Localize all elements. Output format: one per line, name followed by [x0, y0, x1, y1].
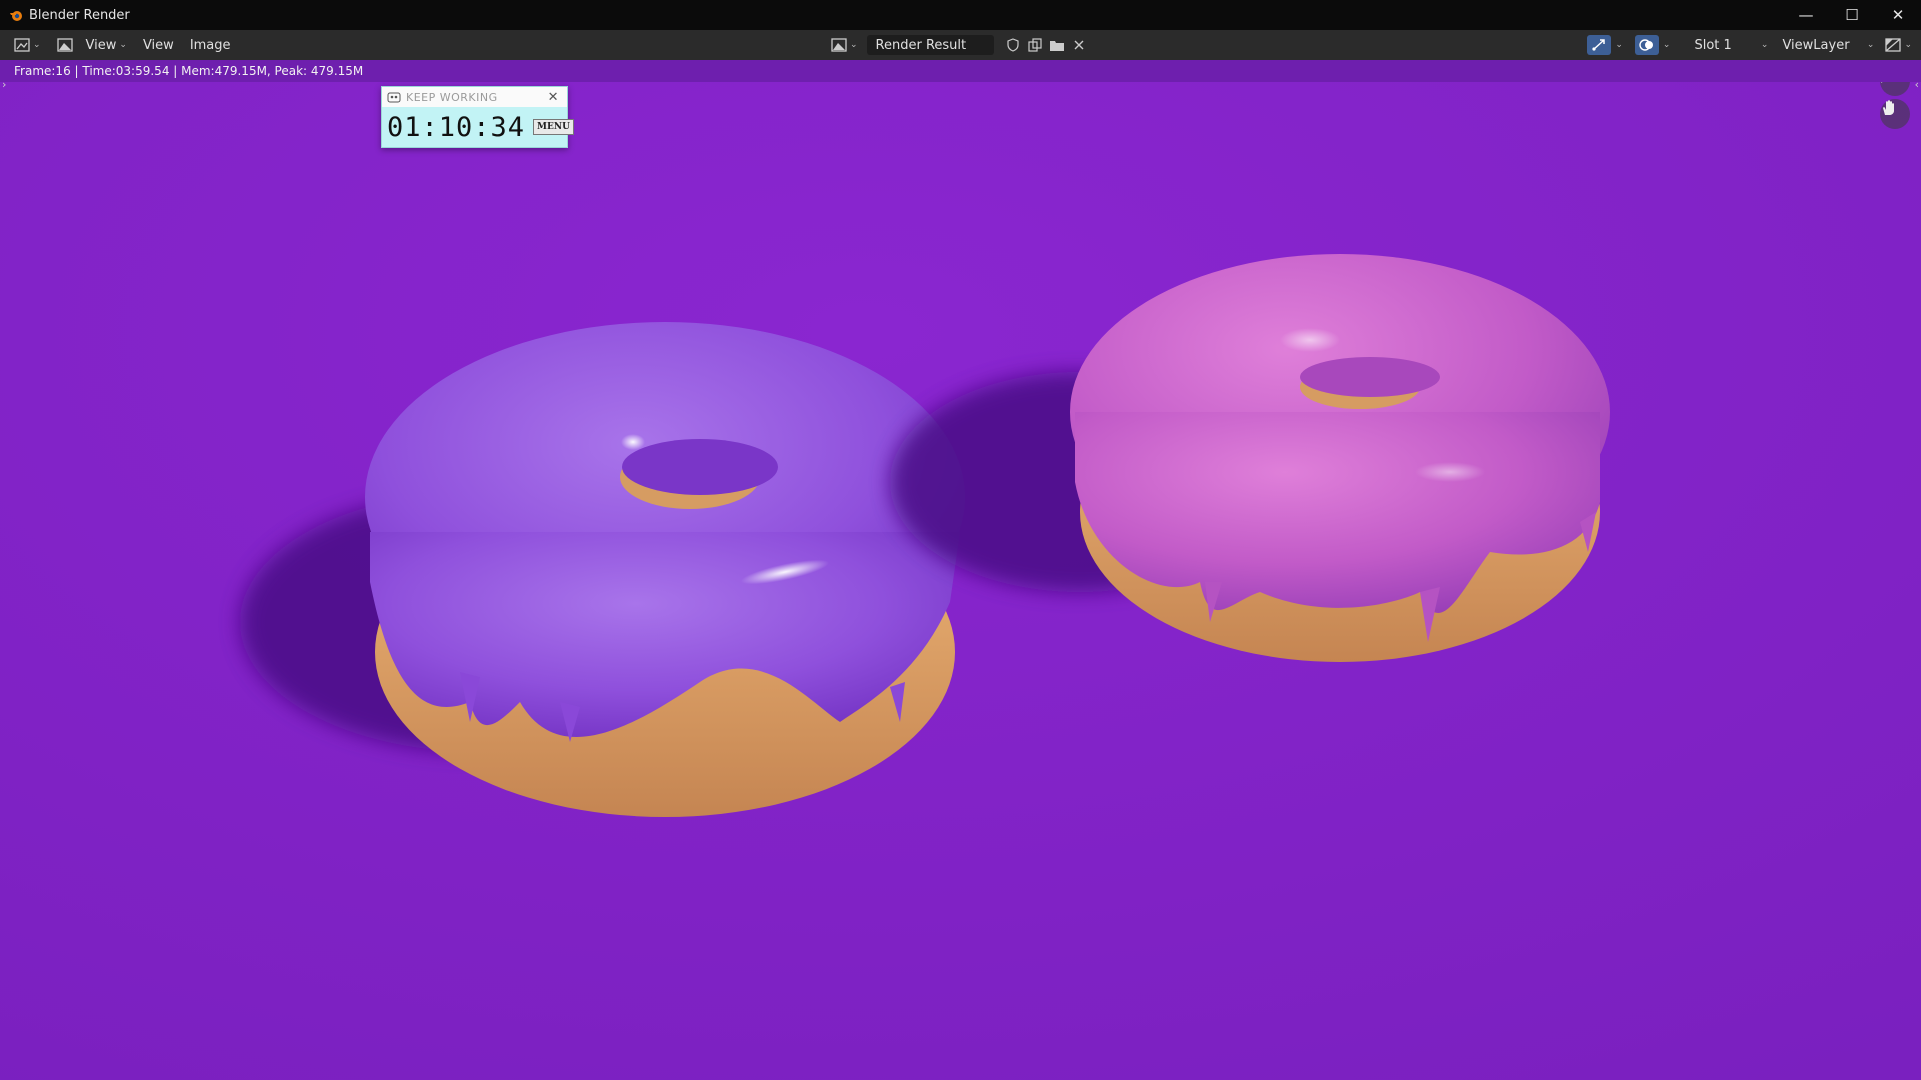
- image-browse-icon: [831, 38, 847, 52]
- blender-logo-icon: [10, 11, 22, 21]
- gizmo-toggle-button[interactable]: [1587, 35, 1612, 55]
- maximize-button[interactable]: ☐: [1829, 0, 1875, 30]
- duplicate-icon: [1027, 38, 1042, 52]
- timer-clock: 01:10:34: [387, 111, 526, 143]
- unlink-image-button[interactable]: [1068, 35, 1090, 55]
- left-panel-toggle-icon[interactable]: ›: [2, 82, 6, 91]
- render-stats-text: Frame:16 | Time:03:59.54 | Mem:479.15M, …: [14, 64, 364, 78]
- chevron-down-icon: ⌄: [1866, 40, 1875, 50]
- robot-icon: [387, 92, 401, 103]
- chevron-down-icon: ⌄: [119, 40, 127, 50]
- minimize-button[interactable]: —: [1783, 0, 1829, 30]
- view-layer-label: ViewLayer: [1782, 37, 1850, 53]
- gizmo-chevron-down-icon[interactable]: ⌄: [1615, 40, 1623, 50]
- menu-view[interactable]: View: [135, 34, 182, 56]
- image-editor-header: ⌄ View ⌄ View Image ⌄ Render Result ⌄ ⌄ …: [0, 30, 1921, 60]
- timer-title: KEEP WORKING: [406, 90, 498, 104]
- render-image: [0, 82, 1921, 1080]
- timer-close-button[interactable]: ✕: [548, 90, 559, 105]
- folder-icon: [1049, 41, 1064, 51]
- chevron-down-icon: ⌄: [1760, 40, 1769, 50]
- chevron-down-icon: ⌄: [1904, 40, 1912, 50]
- keep-working-timer-window[interactable]: KEEP WORKING ✕ 01:10:34 MENU: [381, 86, 574, 148]
- slot-dropdown[interactable]: Slot 1 ⌄: [1686, 35, 1775, 55]
- image-name-field[interactable]: Render Result: [866, 35, 994, 55]
- image-editor-icon: [14, 38, 30, 52]
- open-image-button[interactable]: [1046, 35, 1068, 55]
- timer-titlebar[interactable]: KEEP WORKING ✕: [382, 87, 567, 107]
- view-layer-dropdown[interactable]: ViewLayer ⌄: [1774, 35, 1880, 55]
- image-icon: [56, 38, 73, 52]
- duplicate-image-button[interactable]: [1024, 35, 1046, 55]
- zoom-icon: [1881, 82, 1883, 83]
- close-icon: [1074, 40, 1084, 50]
- chevron-down-icon: ⌄: [850, 40, 858, 50]
- window-title: Blender Render: [29, 7, 130, 23]
- title-bar: Blender Render — ☐ ✕: [0, 0, 1921, 30]
- gizmo-icon: [1592, 39, 1606, 51]
- display-channels-button[interactable]: ⌄: [1880, 34, 1917, 56]
- overlay-toggle-button[interactable]: [1634, 35, 1659, 55]
- right-panel-toggle-icon[interactable]: ‹: [1915, 82, 1919, 91]
- view-dropdown[interactable]: View ⌄: [78, 34, 135, 56]
- overlay-icon: [1639, 39, 1653, 51]
- shield-icon: [1006, 38, 1019, 52]
- channels-icon: [1885, 38, 1902, 52]
- pan-button[interactable]: [1880, 99, 1910, 129]
- hand-icon: [1883, 100, 1894, 115]
- slot-label: Slot 1: [1694, 37, 1732, 53]
- close-window-button[interactable]: ✕: [1875, 0, 1921, 30]
- editor-type-button[interactable]: ⌄: [9, 34, 46, 56]
- menu-image[interactable]: Image: [182, 34, 239, 56]
- timer-menu-button[interactable]: MENU: [533, 119, 574, 135]
- fake-user-button[interactable]: [1002, 35, 1024, 55]
- view-mode-button[interactable]: [52, 34, 78, 56]
- browse-image-button[interactable]: ⌄: [826, 34, 863, 56]
- render-canvas[interactable]: › ‹: [0, 82, 1921, 1080]
- overlay-chevron-down-icon[interactable]: ⌄: [1663, 40, 1671, 50]
- render-info-bar: Frame:16 | Time:03:59.54 | Mem:479.15M, …: [0, 60, 1921, 82]
- view-dropdown-label: View: [85, 37, 117, 53]
- chevron-down-icon: ⌄: [33, 40, 41, 50]
